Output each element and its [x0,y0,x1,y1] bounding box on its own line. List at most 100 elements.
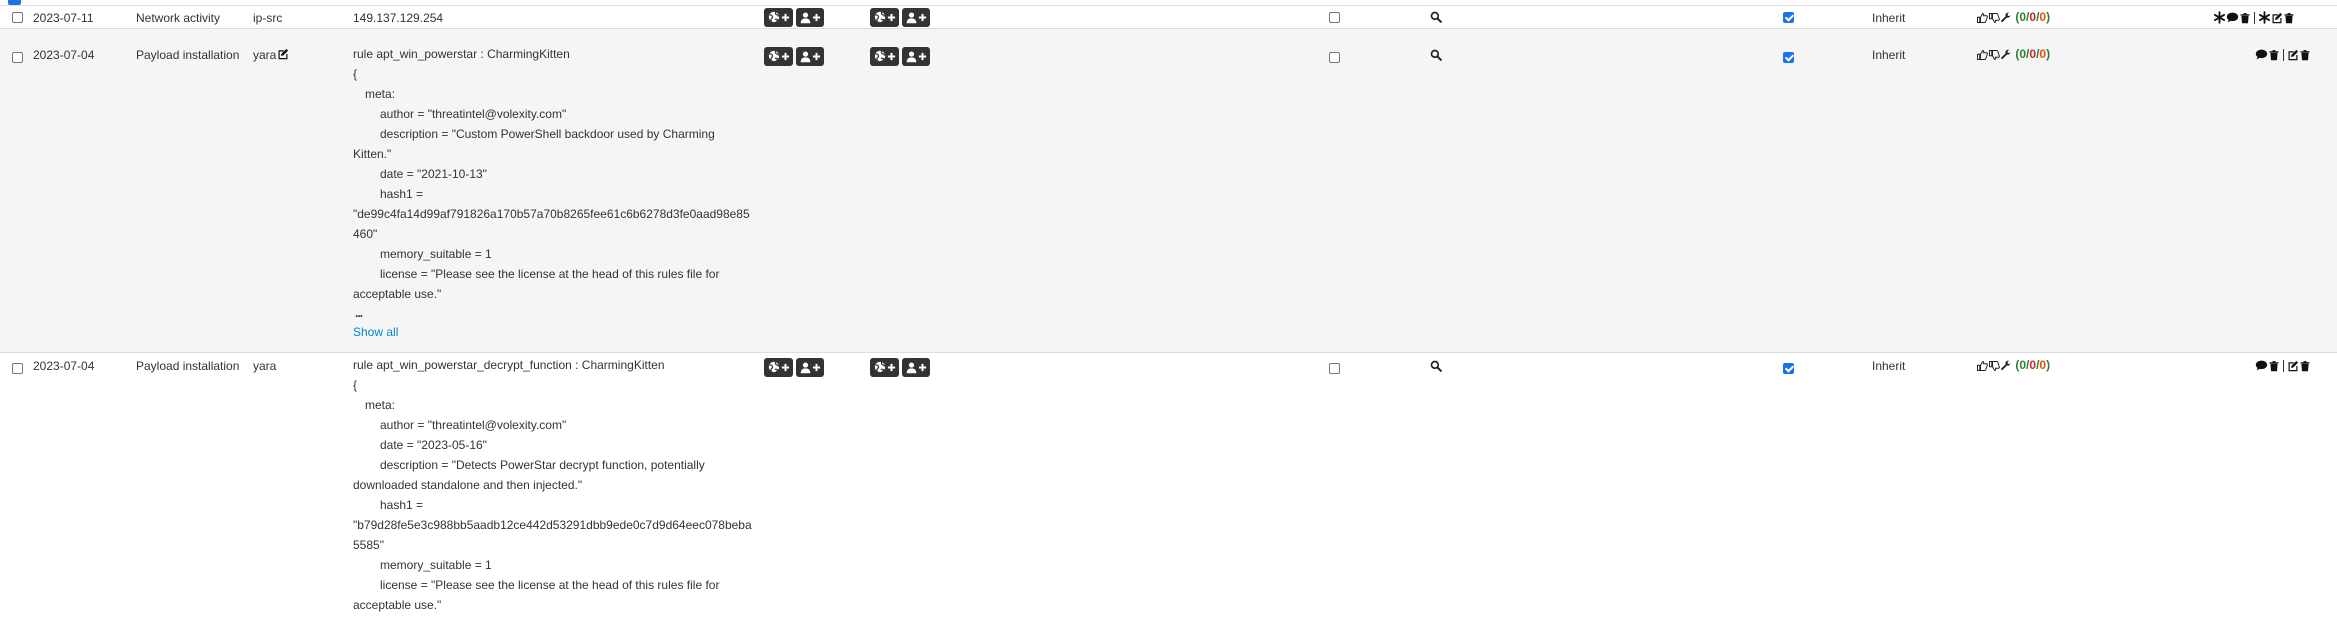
edit-icon[interactable] [2287,360,2299,372]
row-select-checkbox[interactable] [12,12,23,23]
tag-actions [764,358,824,377]
value-line: date = "2021-10-13" [380,167,487,181]
value-line: 460" [353,227,378,241]
add-local-galaxy-button[interactable] [902,358,930,377]
trash-icon[interactable] [2283,12,2295,24]
globe-icon [873,10,887,24]
value-line: "b79d28fe5e3c988bb5aadb12ce442d53291dbb9… [353,518,752,532]
plus-icon [812,363,821,372]
value-line: rule apt_win_powerstar : CharmingKitten [353,47,570,61]
sightings-cell: (0/0/0) [1976,47,2050,61]
galaxy-actions [870,47,930,66]
value-line: downloaded standalone and then injected.… [353,478,583,492]
correlation-checkbox[interactable] [1329,52,1340,63]
add-local-tag-button[interactable] [796,358,824,377]
thumbs-up-icon[interactable] [1976,49,1988,61]
date-cell: 2023-07-11 [33,11,94,25]
plus-icon [887,363,896,372]
value-line: meta: [365,87,396,101]
galaxy-actions [870,358,930,377]
show-all-link[interactable]: Show all [353,322,773,342]
value-line: description = "Detects PowerStar decrypt… [380,458,705,472]
search-icon[interactable] [1430,11,1442,23]
value-line: memory_suitable = 1 [380,558,492,572]
value-line: meta: [365,398,396,412]
trash-icon[interactable] [2299,49,2311,61]
edit-icon[interactable] [277,48,289,60]
edit-icon[interactable] [2271,12,2283,24]
sightings-cell: (0/0/0) [1976,10,2050,24]
thumbs-up-icon[interactable] [1976,360,1988,372]
value-cell: rule apt_win_powerstar_decrypt_function … [353,355,773,615]
trash-icon[interactable] [2268,49,2280,61]
ids-checkbox[interactable] [1783,363,1794,374]
ids-checkbox[interactable] [1783,52,1794,63]
table-row: 2023-07-04 Payload installation yara rul… [0,352,2337,618]
asterisk-icon[interactable] [2258,11,2271,24]
add-local-galaxy-button[interactable] [902,8,930,27]
thumbs-down-icon[interactable] [1988,49,2000,61]
value-line: { [353,67,358,81]
wrench-icon[interactable] [2000,12,2012,24]
distribution-cell: Inherit [1872,11,1906,25]
wrench-icon[interactable] [2000,49,2012,61]
correlation-checkbox[interactable] [1329,363,1340,374]
tag-actions [764,47,824,66]
divider [2283,48,2284,61]
ids-checkbox[interactable] [1783,12,1794,23]
plus-icon [781,363,790,372]
date-cell: 2023-07-04 [33,359,95,373]
trash-icon[interactable] [2239,12,2251,24]
row-select-checkbox[interactable] [12,52,23,63]
add-galaxy-button[interactable] [764,47,793,66]
globe-icon [767,49,781,63]
distribution-cell: Inherit [1872,48,1906,62]
add-galaxy-cluster-button[interactable] [870,8,899,27]
value-line: author = "threatintel@volexity.com" [380,418,567,432]
user-icon [799,11,812,24]
user-icon [799,50,812,63]
thumbs-down-icon[interactable] [1988,360,2000,372]
comment-icon[interactable] [2255,359,2268,372]
add-local-tag-button[interactable] [796,8,824,27]
thumbs-up-icon[interactable] [1976,12,1988,24]
value-cell: rule apt_win_powerstar : CharmingKitten {… [353,44,773,342]
add-galaxy-button[interactable] [764,358,793,377]
correlation-checkbox[interactable] [1329,12,1340,23]
row-actions [2255,358,2311,372]
wrench-icon[interactable] [2000,360,2012,372]
trash-icon[interactable] [2299,360,2311,372]
sightings-close: ) [2046,358,2051,372]
edit-icon[interactable] [2287,49,2299,61]
value-line: date = "2023-05-16" [380,438,487,452]
add-galaxy-cluster-button[interactable] [870,358,899,377]
add-galaxy-button[interactable] [764,8,793,27]
type-cell: yara [253,359,277,373]
row-actions [2213,10,2295,24]
thumbs-down-icon[interactable] [1988,12,2000,24]
value-line: hash1 = [380,187,424,201]
category-cell: Payload installation [136,359,240,373]
table-row: 2023-07-04 Payload installation yara rul… [0,28,2337,352]
comment-icon[interactable] [2255,48,2268,61]
galaxy-actions [870,8,930,27]
user-icon [799,361,812,374]
trash-icon[interactable] [2268,360,2280,372]
value-cell: 149.137.129.254 [353,11,444,25]
value-line: 5585" [353,538,384,552]
search-icon[interactable] [1430,49,1442,61]
value-line: { [353,378,358,392]
value-line: license = "Please see the license at the… [380,578,720,592]
user-icon [905,11,918,24]
add-galaxy-cluster-button[interactable] [870,47,899,66]
plus-icon [781,52,790,61]
comment-icon[interactable] [2226,11,2239,24]
type-cell: ip-src [253,11,283,25]
value-line: description = "Custom PowerShell backdoo… [380,127,715,141]
search-icon[interactable] [1430,360,1442,372]
row-select-checkbox[interactable] [12,363,23,374]
category-cell: Payload installation [136,48,240,62]
asterisk-icon[interactable] [2213,11,2226,24]
add-local-tag-button[interactable] [796,47,824,66]
add-local-galaxy-button[interactable] [902,47,930,66]
